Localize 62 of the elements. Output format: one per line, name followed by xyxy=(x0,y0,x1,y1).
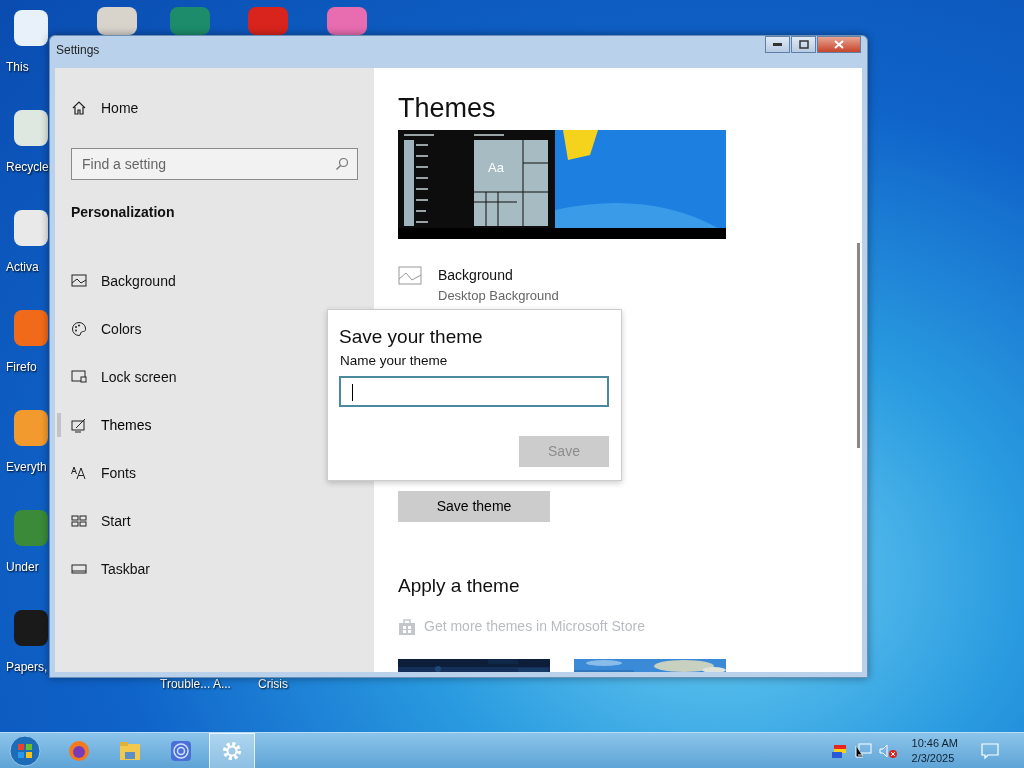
field-label: Name your theme xyxy=(340,351,449,370)
theme-preview: Aa xyxy=(398,130,726,240)
setting-value: Desktop Background xyxy=(438,287,559,306)
icon-label: This xyxy=(6,59,29,76)
shortcut-icon[interactable] xyxy=(14,10,48,46)
icon-label: Crisis xyxy=(258,676,288,693)
picture-icon xyxy=(398,265,422,288)
clock-time[interactable]: 10:46 AM xyxy=(911,735,958,751)
icon-label: Firefo xyxy=(6,359,37,376)
text-caret xyxy=(352,384,353,401)
sidebar-item[interactable]: Themes xyxy=(101,414,152,436)
icon-label: Recycle xyxy=(6,159,49,176)
close-button[interactable] xyxy=(817,36,861,53)
theme-brush-icon xyxy=(71,417,87,433)
firefox-icon xyxy=(68,739,90,762)
icon-label: Papers, xyxy=(6,659,48,676)
palette-icon xyxy=(71,321,87,337)
dialog-title: Save your theme xyxy=(339,326,484,349)
notification-icon[interactable] xyxy=(980,741,1000,760)
sidebar-item[interactable]: Background xyxy=(101,270,176,292)
maximize-button[interactable] xyxy=(791,36,816,53)
icon-label: Everyth xyxy=(6,459,47,476)
volume-muted-icon[interactable] xyxy=(877,742,898,759)
maximize-icon xyxy=(798,40,809,49)
search-field[interactable]: Find a setting xyxy=(71,148,358,180)
sidebar-item[interactable]: Colors xyxy=(101,318,142,340)
section-heading: Personalization xyxy=(71,203,176,222)
home-icon xyxy=(71,100,87,116)
minimize-icon xyxy=(773,43,782,46)
search-icon xyxy=(335,157,349,171)
bag-icon xyxy=(398,617,416,636)
section-heading: Apply a theme xyxy=(398,573,521,598)
close-icon xyxy=(834,40,844,49)
tiles-icon xyxy=(71,513,87,529)
page-title: Themes xyxy=(398,92,497,125)
shortcut-icon[interactable] xyxy=(97,7,137,35)
input-field[interactable] xyxy=(339,376,609,408)
shortcut-icon[interactable] xyxy=(14,210,48,246)
shortcut-icon[interactable] xyxy=(14,110,48,146)
save-theme-button[interactable]: Save theme xyxy=(398,490,550,522)
sidebar-item[interactable]: Start xyxy=(101,510,131,532)
clock-date[interactable]: 2/3/2025 xyxy=(911,750,958,766)
home-link[interactable]: Home xyxy=(101,97,139,119)
sidebar-item[interactable]: Taskbar xyxy=(101,558,151,580)
flag-icon[interactable] xyxy=(831,743,848,758)
setting-name[interactable]: Background xyxy=(438,265,559,287)
lock-screen-icon xyxy=(71,369,87,385)
taskbar-icon xyxy=(71,561,87,577)
sidebar-item[interactable]: Lock screen xyxy=(101,366,177,388)
sidebar-item[interactable]: Fonts xyxy=(101,462,136,484)
folder-icon xyxy=(119,739,141,762)
network-icon[interactable] xyxy=(853,742,872,759)
target-icon xyxy=(170,739,192,762)
settings-icon xyxy=(221,739,243,762)
shortcut-icon[interactable] xyxy=(14,410,48,446)
minimize-button[interactable] xyxy=(765,36,790,53)
window-title: Settings xyxy=(56,42,100,59)
icon-label: Activa xyxy=(6,259,39,276)
icon-label: Under xyxy=(6,559,39,576)
font-icon xyxy=(71,465,87,481)
picture-icon xyxy=(71,273,87,289)
icon-label: Trouble... A... xyxy=(160,676,231,693)
